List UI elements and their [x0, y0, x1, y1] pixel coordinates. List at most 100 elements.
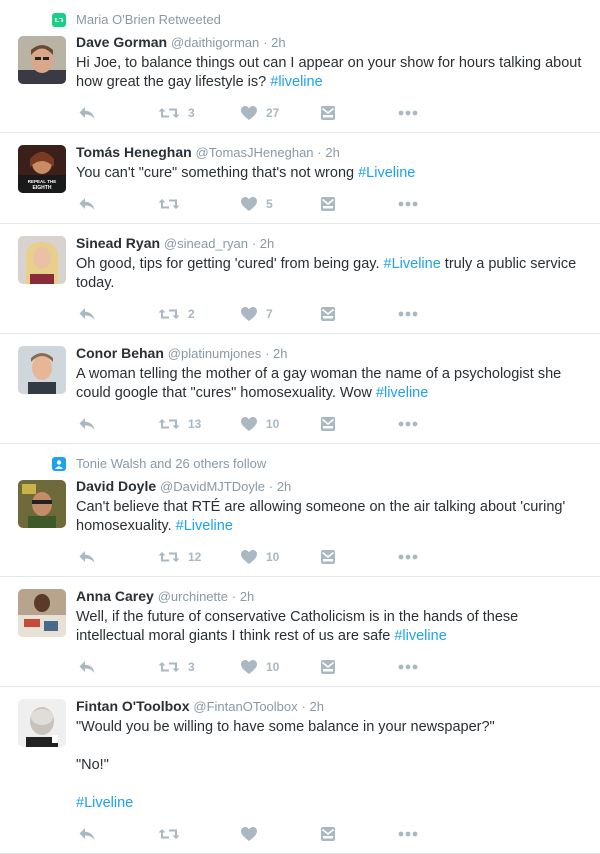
retweet-button[interactable] [158, 194, 188, 214]
author-handle[interactable]: @TomasJHeneghan [196, 145, 314, 160]
tweet-time[interactable]: · 2h [252, 236, 274, 251]
direct-message-button[interactable] [320, 103, 336, 123]
hashtag-link[interactable]: #Liveline [176, 518, 233, 534]
more-button[interactable] [398, 657, 418, 677]
like-button[interactable] [240, 824, 266, 844]
author-handle[interactable]: @daithigorman [171, 35, 259, 50]
retweet-count: 12 [188, 550, 202, 564]
avatar[interactable]: REPEAL THE EIGHTH [18, 145, 66, 193]
author-name[interactable]: Sinead Ryan [76, 235, 160, 251]
heart-icon [240, 826, 258, 842]
retweet-button[interactable]: 2 [158, 304, 195, 324]
tweet-time[interactable]: · 2h [263, 35, 285, 50]
direct-message-button[interactable] [320, 657, 336, 677]
hashtag-link[interactable]: #Liveline [358, 165, 415, 181]
retweet-button[interactable]: 3 [158, 657, 195, 677]
direct-message-button[interactable] [320, 547, 336, 567]
reply-button[interactable] [78, 194, 96, 214]
author-handle[interactable]: @sinead_ryan [164, 236, 248, 251]
tweet-actions: 12 10 [76, 547, 600, 567]
reply-button[interactable] [78, 657, 96, 677]
ellipsis-icon [398, 554, 418, 560]
author-name[interactable]: David Doyle [76, 478, 156, 494]
retweet-button[interactable] [158, 824, 188, 844]
tweet-text: "Would you be willing to have some balan… [76, 718, 600, 813]
tweet[interactable]: Fintan O'Toolbox @FintanOToolbox · 2h "Wo… [0, 687, 600, 854]
hashtag-link[interactable]: #Liveline [384, 256, 441, 272]
reply-button[interactable] [78, 547, 96, 567]
retweet-button[interactable]: 13 [158, 414, 201, 434]
reply-button[interactable] [78, 304, 96, 324]
avatar[interactable] [18, 589, 66, 637]
retweet-count: 13 [188, 417, 202, 431]
more-button[interactable] [398, 547, 418, 567]
like-count: 5 [266, 197, 273, 211]
author-name[interactable]: Tomás Heneghan [76, 144, 192, 160]
retweet-button[interactable]: 3 [158, 103, 195, 123]
tweet[interactable]: Anna Carey @urchinette · 2h Well, if the … [0, 577, 600, 687]
ellipsis-icon [398, 110, 418, 116]
context-text[interactable]: Tonie Walsh and 26 others follow [76, 456, 266, 471]
reply-button[interactable] [78, 824, 96, 844]
author-name[interactable]: Dave Gorman [76, 34, 167, 50]
author-handle[interactable]: @platinumjones [168, 346, 261, 361]
author-name[interactable]: Fintan O'Toolbox [76, 698, 190, 714]
avatar[interactable] [18, 236, 66, 284]
retweet-icon [158, 659, 180, 675]
like-button[interactable]: 10 [240, 657, 279, 677]
like-button[interactable]: 5 [240, 194, 273, 214]
like-button[interactable]: 10 [240, 547, 279, 567]
avatar[interactable] [18, 480, 66, 528]
direct-message-button[interactable] [320, 194, 336, 214]
tweet-text-segment: Can't believe that RTÉ are allowing some… [76, 499, 566, 534]
ellipsis-icon [398, 421, 418, 427]
more-button[interactable] [398, 414, 418, 434]
direct-message-button[interactable] [320, 824, 336, 844]
author-handle[interactable]: @FintanOToolbox [193, 699, 297, 714]
more-button[interactable] [398, 304, 418, 324]
like-button[interactable]: 10 [240, 414, 279, 434]
tweet[interactable]: Maria O'Brien Retweeted Dave Gorman @dait… [0, 0, 600, 133]
tweet[interactable]: Sinead Ryan @sinead_ryan · 2h Oh good, ti… [0, 224, 600, 334]
tweet-time[interactable]: · 2h [232, 589, 254, 604]
more-button[interactable] [398, 824, 418, 844]
author-name[interactable]: Conor Behan [76, 345, 164, 361]
direct-message-button[interactable] [320, 414, 336, 434]
context-text[interactable]: Maria O'Brien Retweeted [76, 12, 221, 27]
ellipsis-icon [398, 664, 418, 670]
svg-text:REPEAL THE: REPEAL THE [28, 179, 56, 184]
avatar[interactable] [18, 699, 66, 747]
hashtag-link[interactable]: #Liveline [76, 795, 133, 811]
envelope-icon [320, 549, 336, 565]
tweet[interactable]: Conor Behan @platinumjones · 2h A woman t… [0, 334, 600, 444]
like-button[interactable]: 7 [240, 304, 273, 324]
like-button[interactable]: 27 [240, 103, 279, 123]
tweet-time[interactable]: · 2h [269, 479, 291, 494]
author-handle[interactable]: @urchinette [158, 589, 228, 604]
avatar[interactable] [18, 36, 66, 84]
tweet[interactable]: Tonie Walsh and 26 others follow David Do… [0, 444, 600, 577]
envelope-icon [320, 659, 336, 675]
more-button[interactable] [398, 103, 418, 123]
tweet-paragraph: #Liveline [76, 794, 586, 813]
author-handle[interactable]: @DavidMJTDoyle [160, 479, 265, 494]
author-name[interactable]: Anna Carey [76, 588, 154, 604]
reply-button[interactable] [78, 103, 96, 123]
avatar[interactable] [18, 346, 66, 394]
retweet-button[interactable]: 12 [158, 547, 201, 567]
more-button[interactable] [398, 194, 418, 214]
tweet[interactable]: REPEAL THE EIGHTH Tomás Heneghan @TomasJHe… [0, 133, 600, 224]
hashtag-link[interactable]: #liveline [376, 385, 428, 401]
hashtag-link[interactable]: #liveline [394, 628, 446, 644]
retweet-icon [52, 13, 66, 27]
tweet-context: Tonie Walsh and 26 others follow [52, 444, 600, 473]
reply-icon [78, 306, 96, 322]
tweet-time[interactable]: · 2h [317, 145, 339, 160]
reply-button[interactable] [78, 414, 96, 434]
timeline: Maria O'Brien Retweeted Dave Gorman @dait… [0, 0, 600, 854]
direct-message-button[interactable] [320, 304, 336, 324]
tweet-time[interactable]: · 2h [302, 699, 324, 714]
tweet-time[interactable]: · 2h [265, 346, 287, 361]
reply-icon [78, 659, 96, 675]
hashtag-link[interactable]: #liveline [270, 74, 322, 90]
